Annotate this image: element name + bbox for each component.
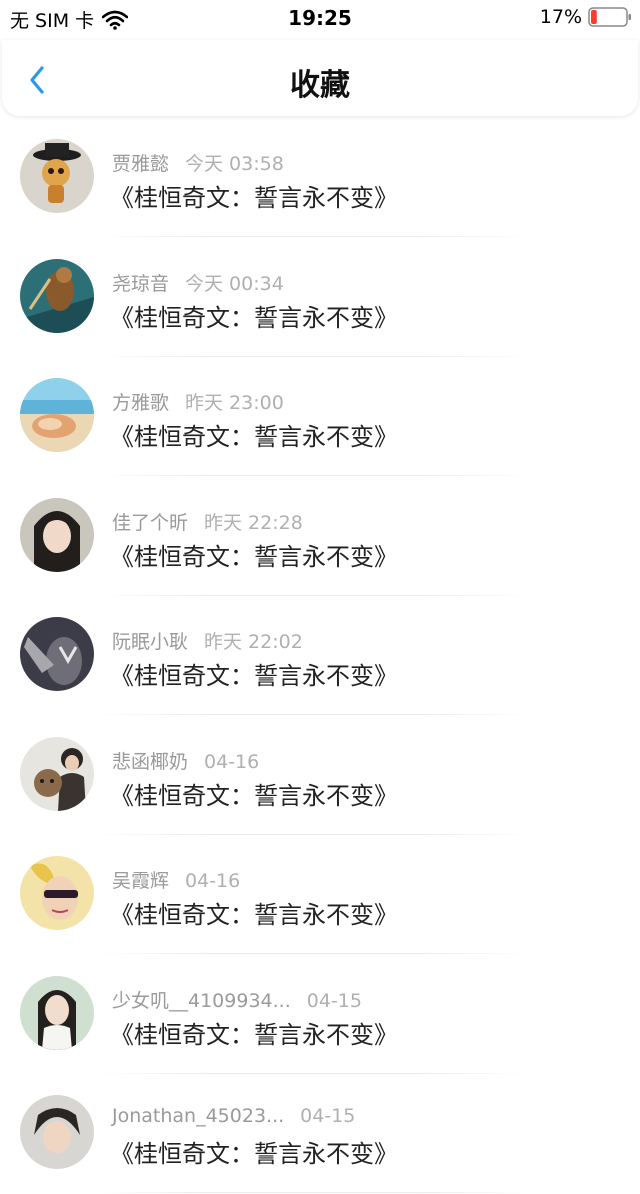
avatar[interactable] <box>20 1095 94 1169</box>
avatar[interactable] <box>20 975 94 1050</box>
timestamp: 04-15 <box>300 1105 356 1127</box>
item-meta: 少女叽__4109934... 04-15 <box>112 986 362 1013</box>
list-item[interactable]: 悲函椰奶 04-16 《桂恒奇文：誓言永不变》 <box>0 716 640 836</box>
list-item[interactable]: 少女叽__4109934... 04-15 《桂恒奇文：誓言永不变》 <box>0 955 640 1075</box>
page-title: 收藏 <box>290 68 350 103</box>
avatar[interactable] <box>20 378 94 452</box>
book-title: 《桂恒奇文：誓言永不变》 <box>110 423 398 451</box>
status-bar: 无 SIM 卡 19:25 17% <box>0 0 640 36</box>
item-meta: Jonathan_45023... 04-15 <box>112 1105 355 1127</box>
list-item[interactable]: 尧琼音 今天 00:34 《桂恒奇文：誓言永不变》 <box>0 238 640 358</box>
timestamp: 昨天 22:02 <box>204 631 303 653</box>
divider <box>96 1192 530 1193</box>
timestamp: 04-16 <box>204 750 260 773</box>
list-item[interactable]: 贾雅懿 今天 03:58 《桂恒奇文：誓言永不变》 <box>0 118 640 238</box>
timestamp: 04-15 <box>306 989 362 1012</box>
favorites-list: 贾雅懿 今天 03:58 《桂恒奇文：誓言永不变》 尧琼音 今天 00:34 《桂恒… <box>0 118 640 1194</box>
username: 贾雅懿 <box>112 153 170 175</box>
avatar[interactable] <box>20 139 94 213</box>
timestamp: 昨天 22:28 <box>204 511 303 534</box>
book-title: 《桂恒奇文：誓言永不变》 <box>110 1020 398 1049</box>
battery-percent: 17% <box>539 6 582 28</box>
timestamp: 今天 00:34 <box>185 272 284 295</box>
username: 尧琼音 <box>112 272 170 295</box>
avatar[interactable] <box>20 497 94 572</box>
battery-icon <box>588 7 631 27</box>
list-item[interactable]: 阮眠小耿 昨天 22:02 《桂恒奇文：誓言永不变》 <box>0 596 640 716</box>
timestamp: 今天 03:58 <box>185 153 284 175</box>
username: 少女叽__4109934... <box>112 989 291 1012</box>
avatar[interactable] <box>20 258 94 333</box>
username: 方雅歌 <box>112 392 170 414</box>
item-meta: 佳了个昕 昨天 22:28 <box>112 508 303 535</box>
item-meta: 尧琼音 今天 00:34 <box>112 269 284 296</box>
book-title: 《桂恒奇文：誓言永不变》 <box>110 184 398 212</box>
item-meta: 阮眠小耿 昨天 22:02 <box>112 627 303 654</box>
username: 吴霞辉 <box>112 870 170 892</box>
book-title: 《桂恒奇文：誓言永不变》 <box>110 1140 398 1168</box>
timestamp: 昨天 23:00 <box>185 392 284 414</box>
timestamp: 04-16 <box>185 870 241 892</box>
item-meta: 吴霞辉 04-16 <box>112 866 240 893</box>
avatar[interactable] <box>20 736 94 811</box>
username: 佳了个昕 <box>112 511 189 534</box>
username: 悲函椰奶 <box>112 750 189 773</box>
list-item[interactable]: 吴霞辉 04-16 《桂恒奇文：誓言永不变》 <box>0 835 640 955</box>
item-meta: 方雅歌 昨天 23:00 <box>112 388 284 415</box>
username: Jonathan_45023... <box>112 1105 285 1127</box>
list-item[interactable]: 佳了个昕 昨天 22:28 《桂恒奇文：誓言永不变》 <box>0 477 640 597</box>
book-title: 《桂恒奇文：誓言永不变》 <box>110 901 398 929</box>
book-title: 《桂恒奇文：誓言永不变》 <box>110 542 398 571</box>
book-title: 《桂恒奇文：誓言永不变》 <box>110 303 398 332</box>
list-item[interactable]: 方雅歌 昨天 23:00 《桂恒奇文：誓言永不变》 <box>0 357 640 477</box>
item-meta: 贾雅懿 今天 03:58 <box>112 149 284 176</box>
username: 阮眠小耿 <box>112 631 189 653</box>
status-right: 17% <box>540 6 632 28</box>
avatar[interactable] <box>20 856 94 930</box>
book-title: 《桂恒奇文：誓言永不变》 <box>110 662 398 690</box>
navigation-bar: 收藏 <box>2 40 638 116</box>
list-item[interactable]: Jonathan_45023... 04-15 《桂恒奇文：誓言永不变》 <box>0 1074 640 1194</box>
book-title: 《桂恒奇文：誓言永不变》 <box>110 781 398 810</box>
avatar[interactable] <box>20 617 94 691</box>
item-meta: 悲函椰奶 04-16 <box>112 747 259 774</box>
